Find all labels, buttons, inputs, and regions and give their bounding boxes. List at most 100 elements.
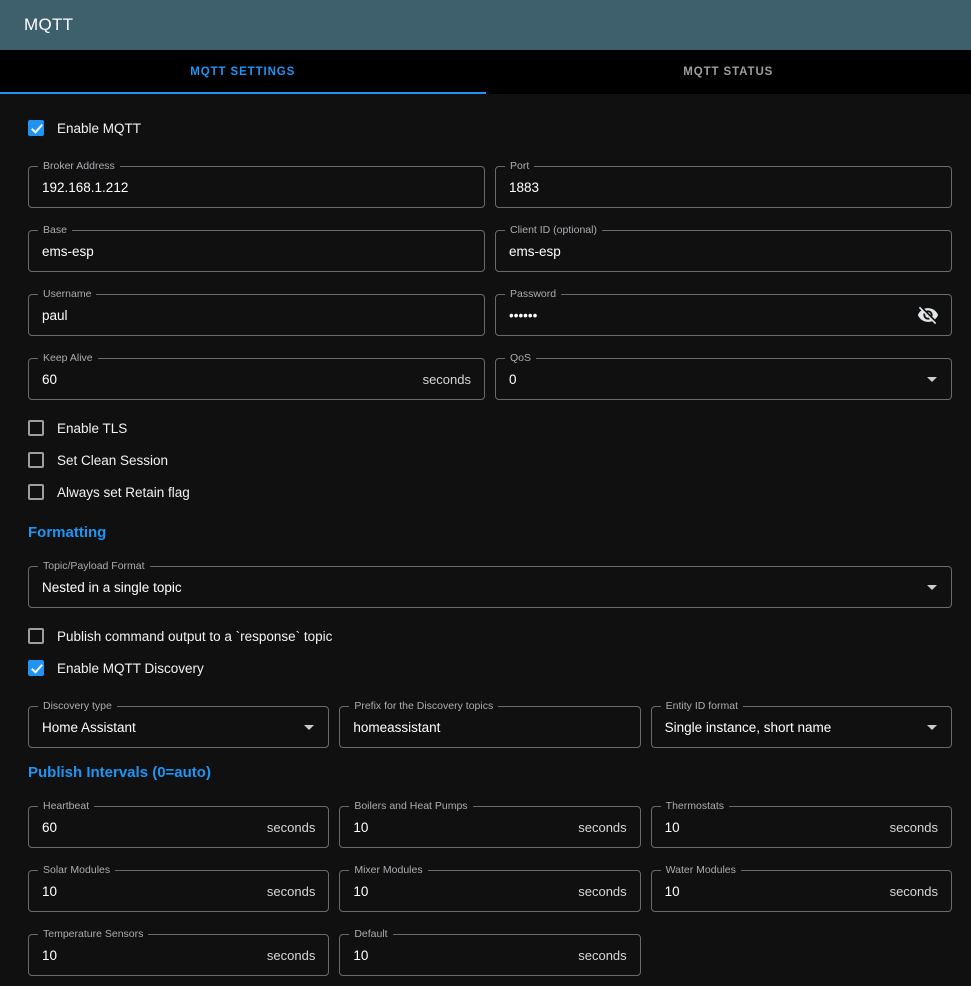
solar-interval-field[interactable]: Solar Modules 10 seconds [28, 870, 329, 912]
client-id-field[interactable]: Client ID (optional) ems-esp [495, 230, 952, 272]
default-value: 10 [353, 948, 570, 963]
qos-label: QoS [505, 352, 536, 364]
heartbeat-interval-field[interactable]: Heartbeat 60 seconds [28, 806, 329, 848]
default-unit: seconds [578, 948, 626, 963]
enable-mqtt-checkbox[interactable] [28, 120, 44, 136]
password-field[interactable]: Password •••••• [495, 294, 952, 336]
discovery-prefix-label: Prefix for the Discovery topics [349, 700, 498, 712]
keepalive-qos-row: Keep Alive 60 seconds QoS 0 [28, 358, 952, 400]
water-interval-field[interactable]: Water Modules 10 seconds [651, 870, 952, 912]
base-label: Base [38, 224, 72, 236]
password-label: Password [505, 288, 561, 300]
keep-alive-label: Keep Alive [38, 352, 98, 364]
mqtt-settings-form: Enable MQTT Broker Address 192.168.1.212… [0, 94, 971, 986]
keep-alive-unit: seconds [423, 372, 471, 387]
dropdown-arrow-icon [920, 367, 944, 391]
discovery-type-select[interactable]: Discovery type Home Assistant [28, 706, 329, 748]
page-title: MQTT [24, 15, 73, 35]
topic-format-select[interactable]: Topic/Payload Format Nested in a single … [28, 566, 952, 608]
intervals-row-3: Temperature Sensors 10 seconds Default 1… [28, 934, 952, 976]
discovery-type-value: Home Assistant [42, 720, 297, 735]
discovery-prefix-value: homeassistant [353, 720, 626, 735]
water-value: 10 [665, 884, 882, 899]
base-field[interactable]: Base ems-esp [28, 230, 485, 272]
client-id-value: ems-esp [509, 244, 938, 259]
temperature-value: 10 [42, 948, 259, 963]
dropdown-arrow-icon [920, 715, 944, 739]
intervals-row-2: Solar Modules 10 seconds Mixer Modules 1… [28, 870, 952, 912]
temperature-unit: seconds [267, 948, 315, 963]
mixer-value: 10 [353, 884, 570, 899]
password-value: •••••• [509, 308, 916, 323]
temperature-interval-field[interactable]: Temperature Sensors 10 seconds [28, 934, 329, 976]
default-interval-field[interactable]: Default 10 seconds [339, 934, 640, 976]
clean-session-row: Set Clean Session [28, 444, 952, 476]
enable-discovery-label: Enable MQTT Discovery [57, 661, 204, 676]
boilers-interval-field[interactable]: Boilers and Heat Pumps 10 seconds [339, 806, 640, 848]
entity-format-select[interactable]: Entity ID format Single instance, short … [651, 706, 952, 748]
clean-session-label: Set Clean Session [57, 453, 168, 468]
base-clientid-row: Base ems-esp Client ID (optional) ems-es… [28, 230, 952, 272]
entity-format-value: Single instance, short name [665, 720, 920, 735]
heartbeat-label: Heartbeat [38, 800, 94, 812]
water-unit: seconds [890, 884, 938, 899]
boilers-unit: seconds [578, 820, 626, 835]
qos-value: 0 [509, 372, 920, 387]
broker-address-label: Broker Address [38, 160, 120, 172]
solar-value: 10 [42, 884, 259, 899]
tab-mqtt-settings[interactable]: MQTT SETTINGS [0, 50, 486, 94]
broker-address-value: 192.168.1.212 [42, 180, 471, 195]
retain-flag-checkbox[interactable] [28, 484, 44, 500]
broker-address-field[interactable]: Broker Address 192.168.1.212 [28, 166, 485, 208]
visibility-off-icon[interactable] [916, 303, 940, 327]
topic-format-label: Topic/Payload Format [38, 560, 150, 572]
topic-format-value: Nested in a single topic [42, 580, 920, 595]
username-label: Username [38, 288, 96, 300]
broker-port-row: Broker Address 192.168.1.212 Port 1883 [28, 166, 952, 208]
enable-discovery-checkbox[interactable] [28, 660, 44, 676]
port-value: 1883 [509, 180, 938, 195]
clean-session-checkbox[interactable] [28, 452, 44, 468]
username-value: paul [42, 308, 471, 323]
solar-unit: seconds [267, 884, 315, 899]
app-bar: MQTT [0, 0, 971, 50]
thermostats-unit: seconds [890, 820, 938, 835]
qos-select[interactable]: QoS 0 [495, 358, 952, 400]
boilers-value: 10 [353, 820, 570, 835]
water-label: Water Modules [661, 864, 741, 876]
enable-tls-label: Enable TLS [57, 421, 127, 436]
publish-response-label: Publish command output to a `response` t… [57, 629, 332, 644]
formatting-section-title: Formatting [28, 524, 952, 544]
thermostats-label: Thermostats [661, 800, 729, 812]
retain-flag-label: Always set Retain flag [57, 485, 190, 500]
port-label: Port [505, 160, 534, 172]
tab-bar: MQTT SETTINGS MQTT STATUS [0, 50, 971, 94]
mixer-unit: seconds [578, 884, 626, 899]
intervals-row-1: Heartbeat 60 seconds Boilers and Heat Pu… [28, 806, 952, 848]
publish-response-row: Publish command output to a `response` t… [28, 620, 952, 652]
boilers-label: Boilers and Heat Pumps [349, 800, 472, 812]
keep-alive-field[interactable]: Keep Alive 60 seconds [28, 358, 485, 400]
port-field[interactable]: Port 1883 [495, 166, 952, 208]
default-label: Default [349, 928, 392, 940]
username-field[interactable]: Username paul [28, 294, 485, 336]
mixer-interval-field[interactable]: Mixer Modules 10 seconds [339, 870, 640, 912]
dropdown-arrow-icon [297, 715, 321, 739]
heartbeat-value: 60 [42, 820, 259, 835]
publish-response-checkbox[interactable] [28, 628, 44, 644]
discovery-prefix-field[interactable]: Prefix for the Discovery topics homeassi… [339, 706, 640, 748]
enable-tls-row: Enable TLS [28, 412, 952, 444]
enable-mqtt-row: Enable MQTT [28, 112, 952, 144]
solar-label: Solar Modules [38, 864, 115, 876]
mixer-label: Mixer Modules [349, 864, 427, 876]
topic-format-row: Topic/Payload Format Nested in a single … [28, 566, 952, 608]
temperature-label: Temperature Sensors [38, 928, 148, 940]
discovery-settings-row: Discovery type Home Assistant Prefix for… [28, 706, 952, 748]
enable-tls-checkbox[interactable] [28, 420, 44, 436]
enable-mqtt-label: Enable MQTT [57, 121, 141, 136]
base-value: ems-esp [42, 244, 471, 259]
tab-mqtt-status[interactable]: MQTT STATUS [486, 50, 971, 94]
thermostats-value: 10 [665, 820, 882, 835]
enable-discovery-row: Enable MQTT Discovery [28, 652, 952, 684]
thermostats-interval-field[interactable]: Thermostats 10 seconds [651, 806, 952, 848]
